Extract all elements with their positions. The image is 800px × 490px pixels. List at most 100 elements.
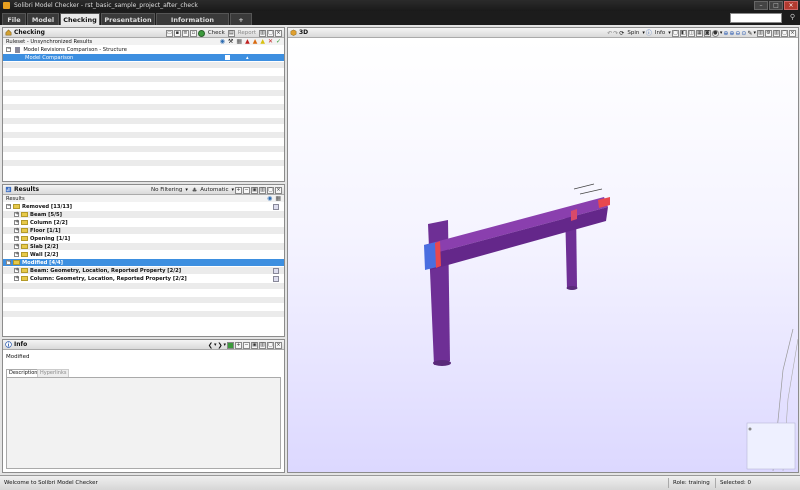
expand-toggle[interactable]: + bbox=[14, 220, 19, 225]
tab-presentation[interactable]: Presentation bbox=[101, 13, 155, 25]
result-group-modified[interactable]: − Modified [4/4] bbox=[3, 259, 284, 267]
restore-panel-icon[interactable]: ▢ bbox=[781, 30, 788, 37]
report-button[interactable]: Report bbox=[238, 29, 256, 38]
restore-panel-icon[interactable]: ▢ bbox=[267, 187, 274, 194]
navigation-cube[interactable] bbox=[746, 422, 796, 470]
maximize-button[interactable]: □ bbox=[769, 1, 783, 10]
expand-toggle[interactable]: + bbox=[14, 212, 19, 217]
section-icon[interactable]: ▦ bbox=[695, 30, 703, 37]
navigation-cube-handle[interactable] bbox=[748, 427, 752, 431]
tree-view-icon[interactable]: ▣ bbox=[251, 187, 258, 194]
spin-mode-select[interactable]: Spin bbox=[627, 29, 639, 38]
collapse-toggle[interactable]: − bbox=[6, 260, 11, 265]
tab-model[interactable]: Model bbox=[27, 13, 59, 25]
tools-dropdown-icon[interactable]: ▾ bbox=[753, 29, 756, 38]
result-row[interactable]: + Beam: Geometry, Location, Reported Prop… bbox=[3, 267, 284, 275]
walk-icon[interactable]: ▥ bbox=[757, 30, 764, 37]
spin-icon[interactable]: ⟳ bbox=[619, 29, 624, 38]
tab-information-takeoff[interactable]: Information Takeoff bbox=[156, 13, 229, 36]
layout-icon[interactable]: ▥ bbox=[259, 30, 266, 37]
info-mode-icon[interactable]: ⓘ bbox=[646, 29, 652, 38]
info-mode-select[interactable]: Info bbox=[655, 29, 665, 38]
tree-view-icon[interactable]: ▣ bbox=[251, 342, 258, 349]
zoom-out-icon[interactable]: ⊖ bbox=[735, 29, 740, 38]
close-panel-icon[interactable]: × bbox=[275, 187, 282, 194]
color-icon[interactable]: ● bbox=[711, 30, 719, 37]
layout-icon[interactable]: ▥ bbox=[773, 30, 780, 37]
result-row[interactable]: + Column: Geometry, Location, Reported Pr… bbox=[3, 275, 284, 283]
result-group-removed[interactable]: − Removed [13/13] bbox=[3, 203, 284, 211]
expand-toggle[interactable]: + bbox=[14, 268, 19, 273]
layout-icon[interactable]: ▥ bbox=[259, 342, 266, 349]
open-folder-icon[interactable]: ▭ bbox=[165, 30, 173, 37]
expand-all-icon[interactable]: + bbox=[235, 342, 242, 349]
result-row[interactable]: + Opening [1/1] bbox=[3, 235, 284, 243]
forward-icon[interactable]: ❯ bbox=[217, 341, 222, 350]
collapse-all-icon[interactable]: − bbox=[243, 187, 250, 194]
back-icon[interactable]: ❮ bbox=[208, 341, 213, 350]
ruleset-row[interactable]: − Model Revisions Comparison - Structure bbox=[3, 46, 284, 54]
back-dropdown-icon[interactable]: ▾ bbox=[214, 341, 217, 350]
result-row[interactable]: + Floor [1/1] bbox=[3, 227, 284, 235]
expand-toggle[interactable]: + bbox=[14, 228, 19, 233]
filter-select[interactable]: No Filtering bbox=[151, 186, 182, 195]
collapse-all-icon[interactable]: − bbox=[243, 342, 250, 349]
result-row[interactable]: + Wall [2/2] bbox=[3, 251, 284, 259]
delete-icon[interactable]: ▫ bbox=[189, 30, 197, 37]
camera-icon[interactable]: ◙ bbox=[703, 30, 711, 37]
close-panel-icon[interactable]: × bbox=[275, 342, 282, 349]
result-row[interactable]: + Column [2/2] bbox=[3, 219, 284, 227]
close-panel-icon[interactable]: × bbox=[789, 30, 796, 37]
severity-high-icon: ▲ bbox=[245, 38, 250, 45]
tab-hyperlinks[interactable]: Hyperlinks bbox=[37, 369, 70, 377]
collapse-toggle[interactable]: − bbox=[6, 204, 11, 209]
close-panel-icon[interactable]: × bbox=[275, 30, 282, 37]
expand-toggle[interactable]: + bbox=[14, 236, 19, 241]
redo-view-icon[interactable]: ↷ bbox=[613, 29, 618, 38]
tab-checking[interactable]: Checking bbox=[60, 13, 100, 25]
zoom-icon[interactable]: ⊕ bbox=[723, 29, 728, 38]
layout-icon[interactable]: ▥ bbox=[259, 187, 266, 194]
expand-all-icon[interactable]: + bbox=[235, 187, 242, 194]
save-icon[interactable]: ▪ bbox=[173, 30, 181, 37]
ruleset-icon[interactable]: ≡ bbox=[181, 30, 189, 37]
sync-icon[interactable] bbox=[227, 342, 234, 349]
restore-panel-icon[interactable]: ▢ bbox=[267, 342, 274, 349]
box-view-icon[interactable]: ▢ bbox=[671, 30, 679, 37]
check-button[interactable]: Check bbox=[208, 29, 225, 38]
expand-toggle[interactable]: + bbox=[14, 252, 19, 257]
result-row[interactable]: + Slab [2/2] bbox=[3, 243, 284, 251]
transparency-icon[interactable]: ◫ bbox=[687, 30, 695, 37]
visibility-icon[interactable]: ◧ bbox=[679, 30, 687, 37]
check-run-icon[interactable] bbox=[197, 30, 205, 37]
sort-dropdown-icon[interactable]: ▾ bbox=[231, 186, 234, 195]
forward-dropdown-icon[interactable]: ▾ bbox=[223, 341, 226, 350]
status-message: Welcome to Solibri Model Checker bbox=[4, 480, 98, 486]
add-tab-button[interactable]: + bbox=[230, 13, 252, 25]
model-3d-canvas[interactable] bbox=[288, 39, 798, 472]
info-dropdown-icon[interactable]: ▾ bbox=[668, 29, 671, 38]
sort-select[interactable]: Automatic bbox=[200, 186, 228, 195]
settings-icon[interactable]: ⚙ bbox=[765, 30, 772, 37]
close-button[interactable]: × bbox=[784, 1, 798, 10]
folder-icon bbox=[13, 204, 20, 209]
tools-icon[interactable]: ✎ bbox=[747, 29, 752, 38]
zoom-in-icon[interactable]: ⊕ bbox=[729, 29, 734, 38]
zoom-fit-icon[interactable]: ⊙ bbox=[741, 29, 746, 38]
restore-panel-icon[interactable]: ▢ bbox=[267, 30, 274, 37]
search-icon[interactable]: ⚲ bbox=[790, 13, 795, 21]
collapse-toggle[interactable]: − bbox=[6, 47, 11, 52]
report-icon[interactable]: ▤ bbox=[227, 30, 235, 37]
expand-toggle[interactable]: + bbox=[14, 244, 19, 249]
color-dropdown-icon[interactable]: ▾ bbox=[720, 29, 723, 38]
expand-toggle[interactable]: + bbox=[14, 276, 19, 281]
result-row[interactable]: + Beam [5/5] bbox=[3, 211, 284, 219]
filter-dropdown-icon[interactable]: ▾ bbox=[185, 186, 188, 195]
tab-file[interactable]: File bbox=[2, 13, 26, 25]
minimize-button[interactable]: – bbox=[754, 1, 768, 10]
spin-dropdown-icon[interactable]: ▾ bbox=[642, 29, 645, 38]
rule-row-model-comparison[interactable]: Model Comparison ▴ bbox=[3, 54, 284, 62]
search-input[interactable] bbox=[730, 13, 782, 23]
undo-view-icon[interactable]: ↶ bbox=[607, 29, 612, 38]
tab-description[interactable]: Description bbox=[6, 369, 41, 377]
